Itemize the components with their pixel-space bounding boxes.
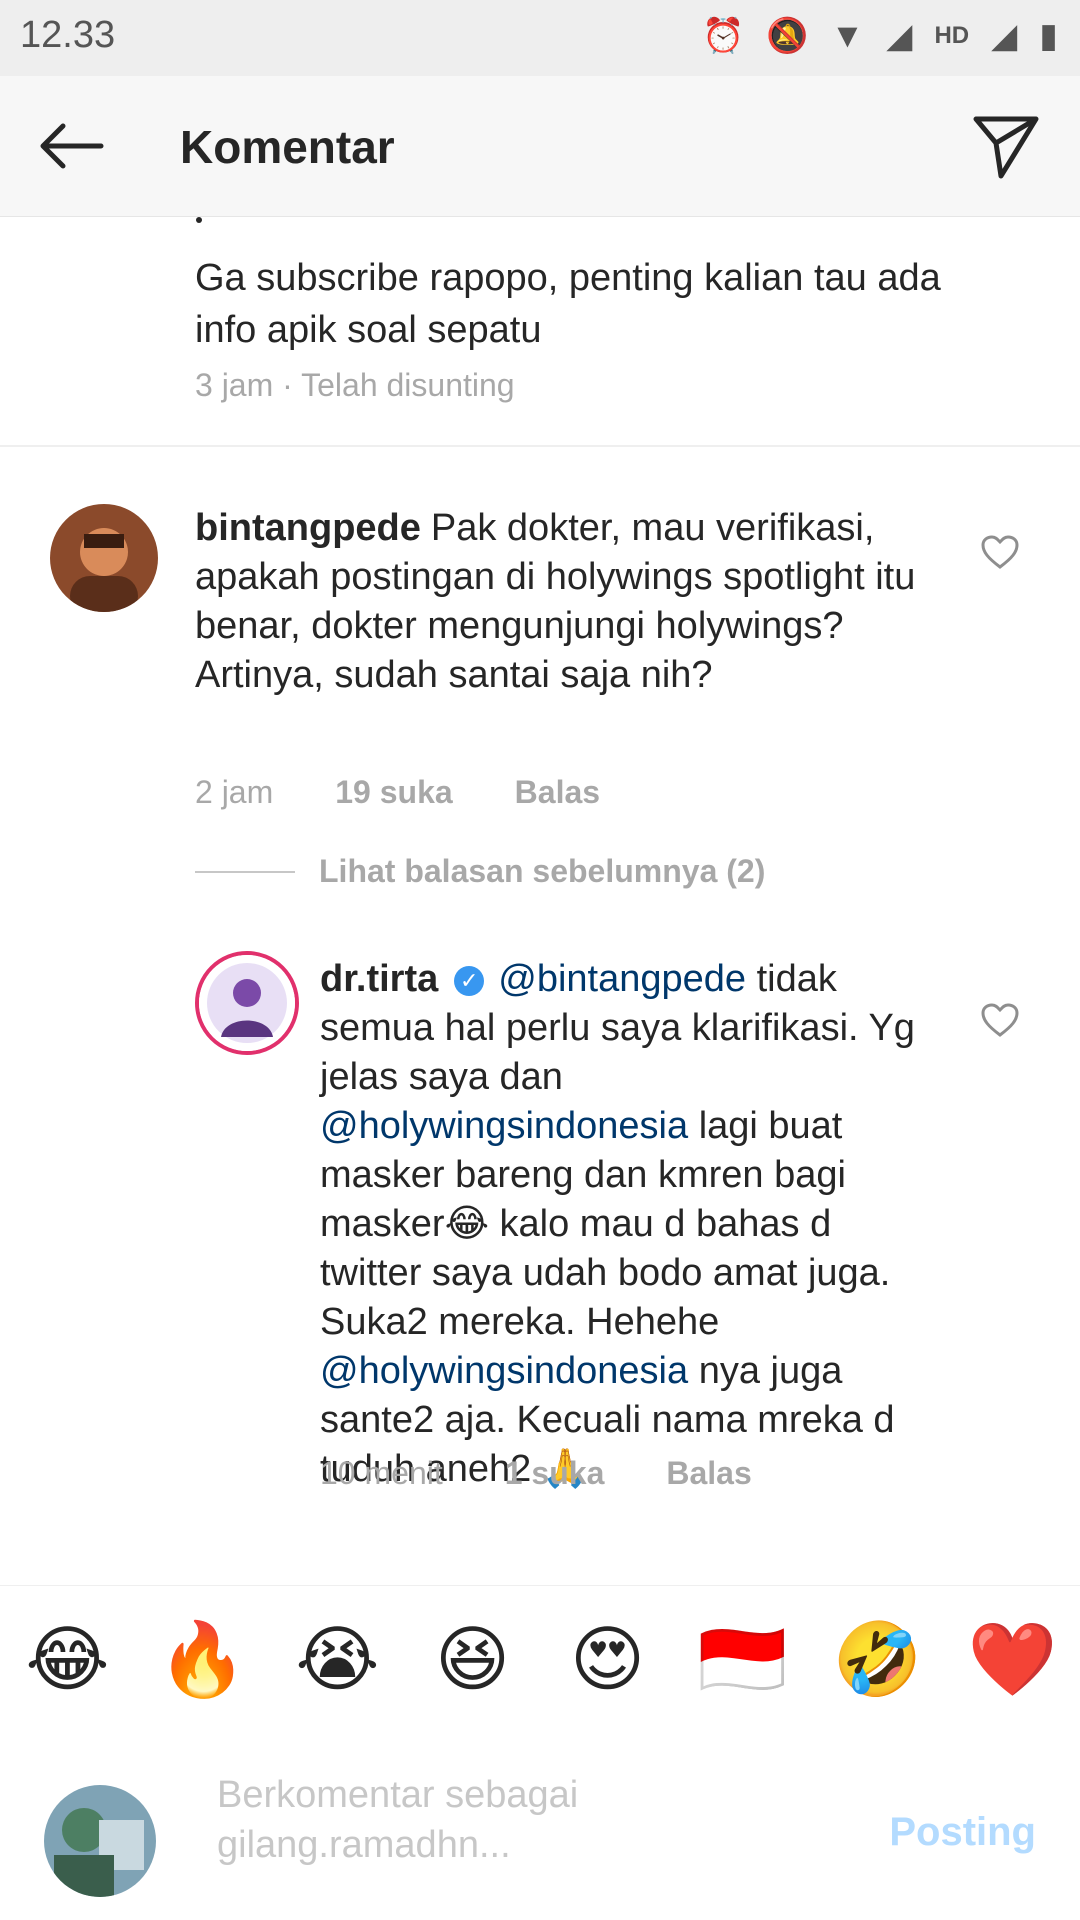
- like-button[interactable]: [970, 990, 1030, 1050]
- user-avatar: [44, 1785, 156, 1897]
- hd-icon: HD: [934, 22, 970, 49]
- emoji-quick-bar: 😂 🔥 😭 😆 😍 🇮🇩 🤣 ❤️: [0, 1585, 1080, 1732]
- comment-meta: 2 jam 19 suka Balas: [195, 774, 600, 811]
- comment-username[interactable]: bintangpede: [195, 507, 421, 549]
- reply-time: 10 menit: [320, 1455, 443, 1491]
- verified-badge-icon: ✓: [454, 965, 485, 996]
- previous-comment: Ga subscribe rapopo, penting kalian tau …: [0, 217, 1080, 437]
- battery-icon: ▮: [1039, 17, 1058, 55]
- reply-username[interactable]: dr.tirta: [320, 958, 438, 1000]
- share-button[interactable]: [966, 106, 1046, 186]
- previous-comment-meta: 3 jam · Telah disunting: [195, 367, 515, 403]
- status-bar: 12.33 ⏰ 🔕 ▼ ◢ HD ◢ ▮: [0, 0, 1080, 76]
- signal-icon: ◢: [991, 17, 1018, 55]
- emoji-indonesia-flag-button[interactable]: 🇮🇩: [688, 1619, 798, 1699]
- arrow-left-icon: [40, 123, 104, 169]
- emoji-laughing-button[interactable]: 😆: [418, 1619, 528, 1699]
- comment-item: bintangpede Pak dokter, mau verifikasi, a…: [0, 482, 1080, 822]
- view-previous-replies[interactable]: Lihat balasan sebelumnya (2): [195, 853, 765, 890]
- reply-text: dr.tirta ✓ @bintangpede tidak semua hal pe…: [320, 955, 930, 1494]
- alarm-icon: ⏰: [701, 17, 745, 55]
- avatar[interactable]: [50, 504, 158, 612]
- mention-link[interactable]: @holywingsindonesia: [320, 1105, 688, 1147]
- emoji-fire-button[interactable]: 🔥: [148, 1619, 258, 1699]
- previous-comment-text: Ga subscribe rapopo, penting kalian tau …: [195, 257, 941, 351]
- header: Komentar: [0, 76, 1080, 217]
- reply-button[interactable]: Balas: [515, 774, 600, 811]
- reply-item: dr.tirta ✓ @bintangpede tidak semua hal pe…: [0, 945, 1080, 1575]
- status-icons: ⏰ 🔕 ▼ ◢ HD ◢ ▮: [702, 16, 1058, 56]
- comment-time: 2 jam: [195, 774, 274, 810]
- status-time: 12.33: [20, 14, 116, 56]
- comment-likes[interactable]: 19 suka: [335, 774, 452, 811]
- post-button[interactable]: Posting: [889, 1810, 1036, 1855]
- comment-input[interactable]: [215, 1768, 859, 1882]
- text-dot: [196, 217, 202, 223]
- back-button[interactable]: [30, 106, 110, 186]
- comment-composer: Posting: [0, 1730, 1080, 1920]
- signal-icon: ◢: [886, 17, 913, 55]
- comment-text: bintangpede Pak dokter, mau verifikasi, a…: [195, 504, 935, 700]
- emoji-tears-of-joy-button[interactable]: 😂: [13, 1619, 123, 1699]
- comment-list[interactable]: Ga subscribe rapopo, penting kalian tau …: [0, 217, 1080, 1577]
- reply-button[interactable]: Balas: [666, 1455, 751, 1492]
- heart-outline-icon: [981, 535, 1019, 569]
- like-button[interactable]: [970, 522, 1030, 582]
- reply-line: [195, 870, 295, 873]
- reply-likes[interactable]: 1 suka: [505, 1455, 605, 1492]
- emoji-heart-button[interactable]: ❤️: [958, 1619, 1068, 1699]
- heart-outline-icon: [981, 1003, 1019, 1037]
- view-replies-label: Lihat balasan sebelumnya (2): [319, 853, 766, 889]
- mention-link[interactable]: @bintangpede: [498, 958, 746, 1000]
- send-icon: [973, 116, 1039, 179]
- mention-link[interactable]: @holywingsindonesia: [320, 1350, 688, 1392]
- avatar[interactable]: [195, 951, 299, 1055]
- emoji-rofl-button[interactable]: 🤣: [823, 1619, 933, 1699]
- mute-icon: 🔕: [766, 17, 809, 55]
- wifi-icon: ▼: [830, 16, 865, 55]
- divider: [0, 445, 1080, 447]
- page-title: Komentar: [180, 121, 395, 173]
- emoji-crying-button[interactable]: 😭: [283, 1619, 393, 1699]
- reply-meta: 10 menit 1 suka Balas: [320, 1455, 752, 1492]
- emoji-heart-eyes-button[interactable]: 😍: [553, 1619, 663, 1699]
